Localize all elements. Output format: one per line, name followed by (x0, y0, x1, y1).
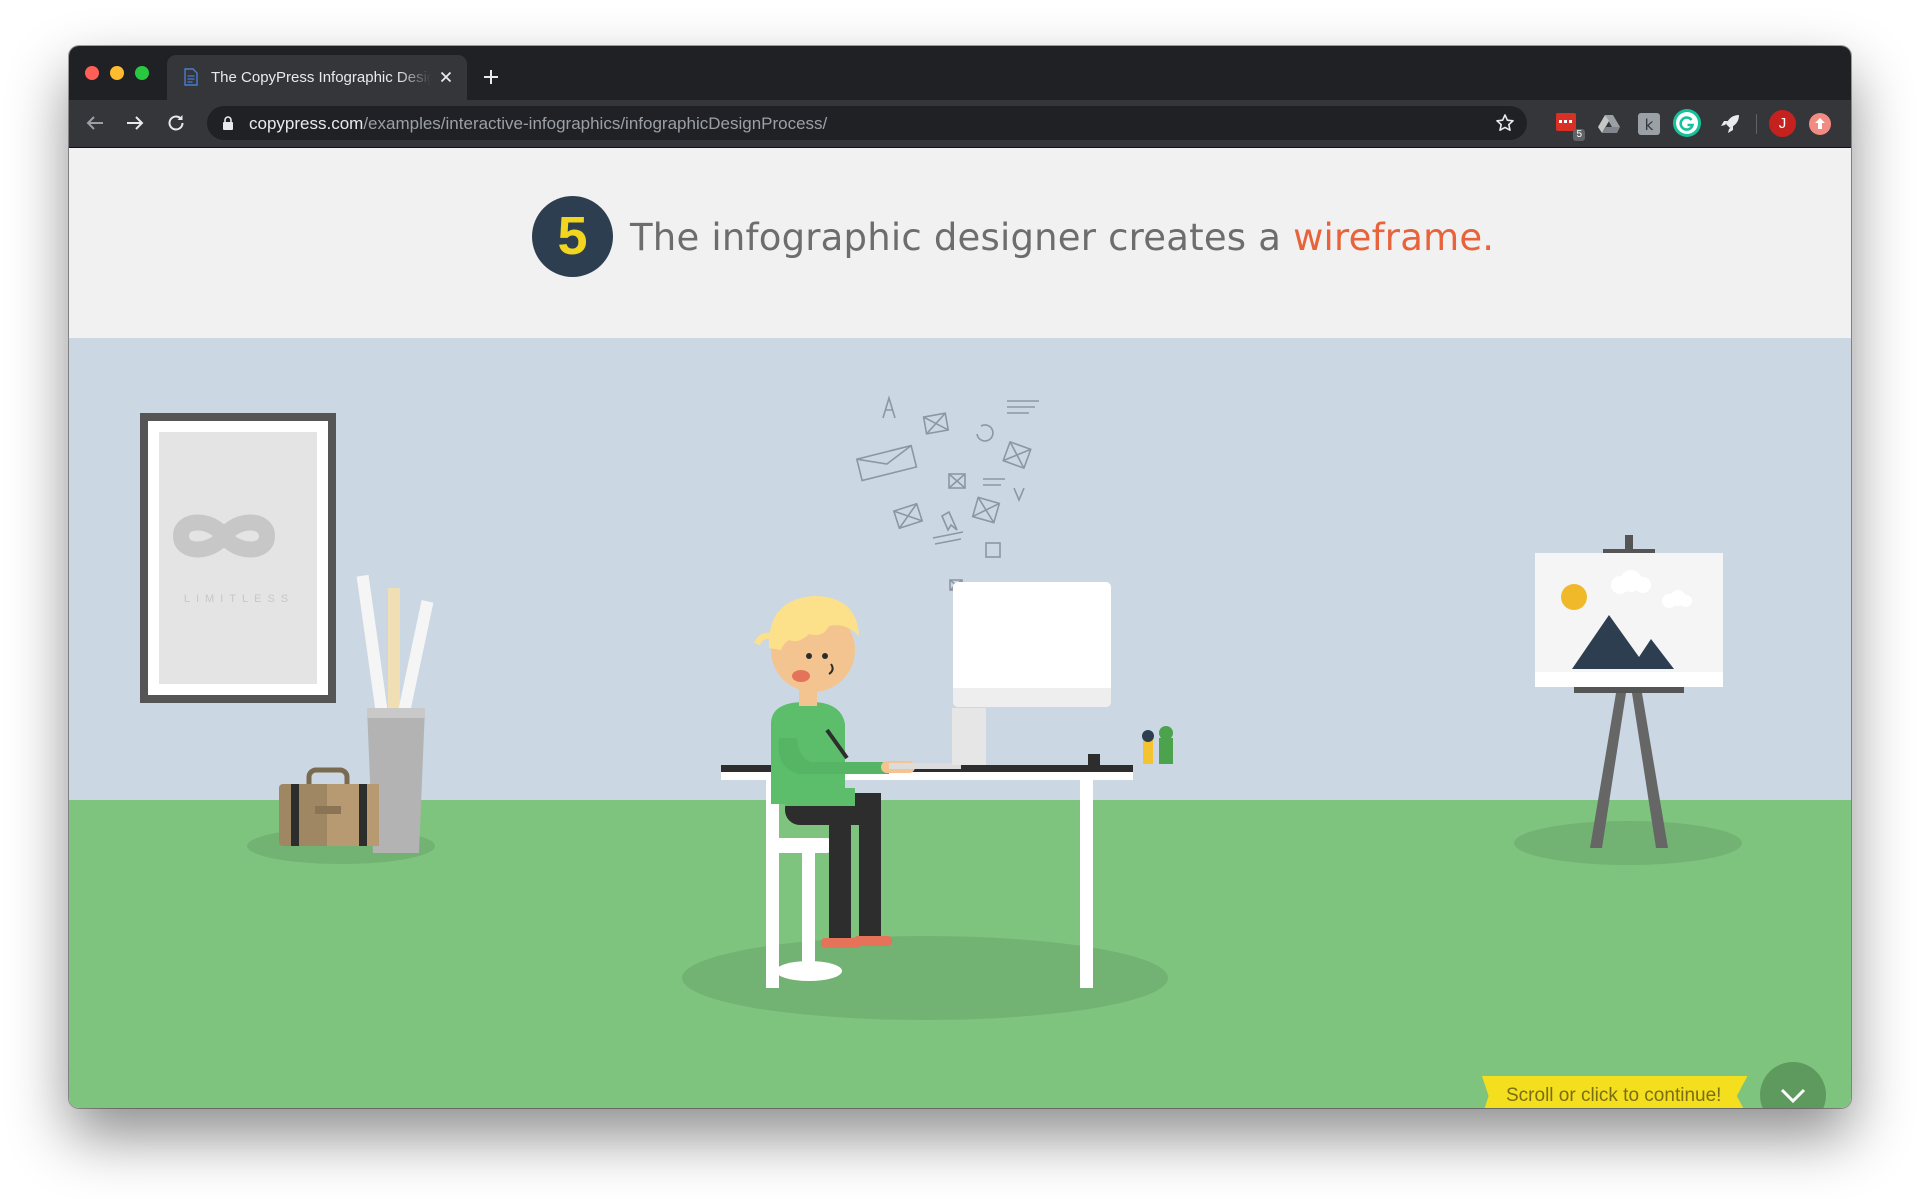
drive-icon[interactable] (1596, 111, 1622, 137)
close-window-button[interactable] (85, 66, 99, 80)
url-path: /examples/interactive-infographics/infog… (363, 114, 828, 133)
plus-icon[interactable] (482, 68, 500, 86)
document-icon (184, 68, 198, 86)
browser-toolbar: copypress.com/examples/interactive-infog… (69, 100, 1851, 148)
step-number-badge: 5 (532, 196, 613, 277)
update-icon[interactable] (1808, 112, 1832, 136)
tab-active[interactable]: The CopyPress Infographic Design Process (167, 55, 467, 100)
url-host: copypress.com (249, 114, 364, 133)
address-bar[interactable]: copypress.com/examples/interactive-infog… (207, 106, 1527, 140)
chevron-down-icon (1780, 1088, 1806, 1104)
tab-title: The CopyPress Infographic Design Process (211, 69, 431, 86)
headline-text: The infographic designer creates a (630, 216, 1294, 259)
lock-icon (223, 116, 233, 130)
continue-banner[interactable]: Scroll or click to continue! (1482, 1076, 1748, 1108)
limitless-poster: LIMITLESS (140, 413, 336, 703)
tab-strip: The CopyPress Infographic Design Process (69, 46, 1851, 100)
step-headline: The infographic designer creates a wiref… (630, 216, 1494, 259)
extension-badge: 5 (1573, 129, 1585, 141)
reload-icon[interactable] (165, 112, 187, 134)
star-icon[interactable] (1495, 113, 1515, 133)
sun-icon (1561, 584, 1587, 610)
office-illustration[interactable]: LIMITLESS (69, 338, 1851, 1108)
page-viewport: 5 The infographic designer creates a wir… (69, 148, 1851, 1108)
poster-text: LIMITLESS (184, 593, 294, 605)
continue-button[interactable] (1760, 1062, 1826, 1108)
close-icon[interactable] (437, 68, 455, 86)
grammarly-icon[interactable] (1672, 108, 1702, 138)
minimize-window-button[interactable] (110, 66, 124, 80)
url-text: copypress.com/examples/interactive-infog… (249, 114, 827, 134)
maximize-window-button[interactable] (135, 66, 149, 80)
profile-avatar[interactable]: J (1769, 110, 1796, 137)
step-header: 5 The infographic designer creates a wir… (69, 148, 1851, 338)
browser-window: The CopyPress Infographic Design Process… (69, 46, 1851, 1108)
headline-accent: wireframe. (1293, 216, 1495, 259)
coffee-mug (1088, 754, 1100, 766)
back-arrow-icon[interactable] (84, 112, 106, 134)
forward-arrow-icon[interactable] (124, 112, 146, 134)
toolbar-separator (1756, 114, 1757, 134)
keeper-icon[interactable]: k (1636, 111, 1662, 137)
rocket-icon[interactable] (1717, 111, 1743, 137)
extension-calendar[interactable]: 5 (1555, 111, 1585, 141)
svg-text:k: k (1645, 116, 1654, 134)
